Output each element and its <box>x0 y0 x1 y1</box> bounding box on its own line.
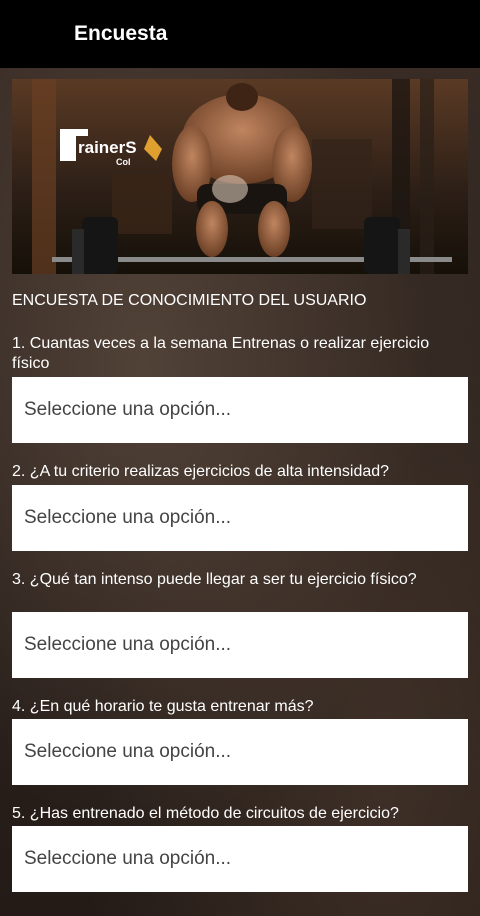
question-4-select[interactable]: Seleccione una opción... <box>12 719 468 785</box>
app-bar: Encuesta <box>0 0 480 68</box>
question-5-select[interactable]: Seleccione una opción... <box>12 826 468 892</box>
question-4-label: 4. ¿En qué horario te gusta entrenar más… <box>12 698 314 715</box>
question-1-label: 1. Cuantas veces a la semana Entrenas o … <box>12 335 430 372</box>
page-title: Encuesta <box>74 22 168 45</box>
question-2-selected-value: Seleccione una opción... <box>24 507 232 528</box>
logo-text: rainerS <box>78 138 137 157</box>
question-1-selected-value: Seleccione una opción... <box>24 399 232 420</box>
question-1-select[interactable]: Seleccione una opción... <box>12 377 468 443</box>
question-3-selected-value: Seleccione una opción... <box>24 634 232 655</box>
survey-heading: ENCUESTA DE CONOCIMIENTO DEL USUARIO <box>12 292 367 309</box>
question-2-label: 2. ¿A tu criterio realizas ejercicios de… <box>12 463 390 480</box>
question-5-selected-value: Seleccione una opción... <box>24 848 232 869</box>
question-5-label: 5. ¿Has entrenado el método de circuitos… <box>12 805 399 822</box>
banner-image: rainerS Col <box>12 79 468 274</box>
question-3-select[interactable]: Seleccione una opción... <box>12 612 468 678</box>
logo-subtext: Col <box>116 157 131 167</box>
question-4-selected-value: Seleccione una opción... <box>24 741 232 762</box>
question-3-label: 3. ¿Qué tan intenso puede llegar a ser t… <box>12 571 417 588</box>
question-2-select[interactable]: Seleccione una opción... <box>12 485 468 551</box>
